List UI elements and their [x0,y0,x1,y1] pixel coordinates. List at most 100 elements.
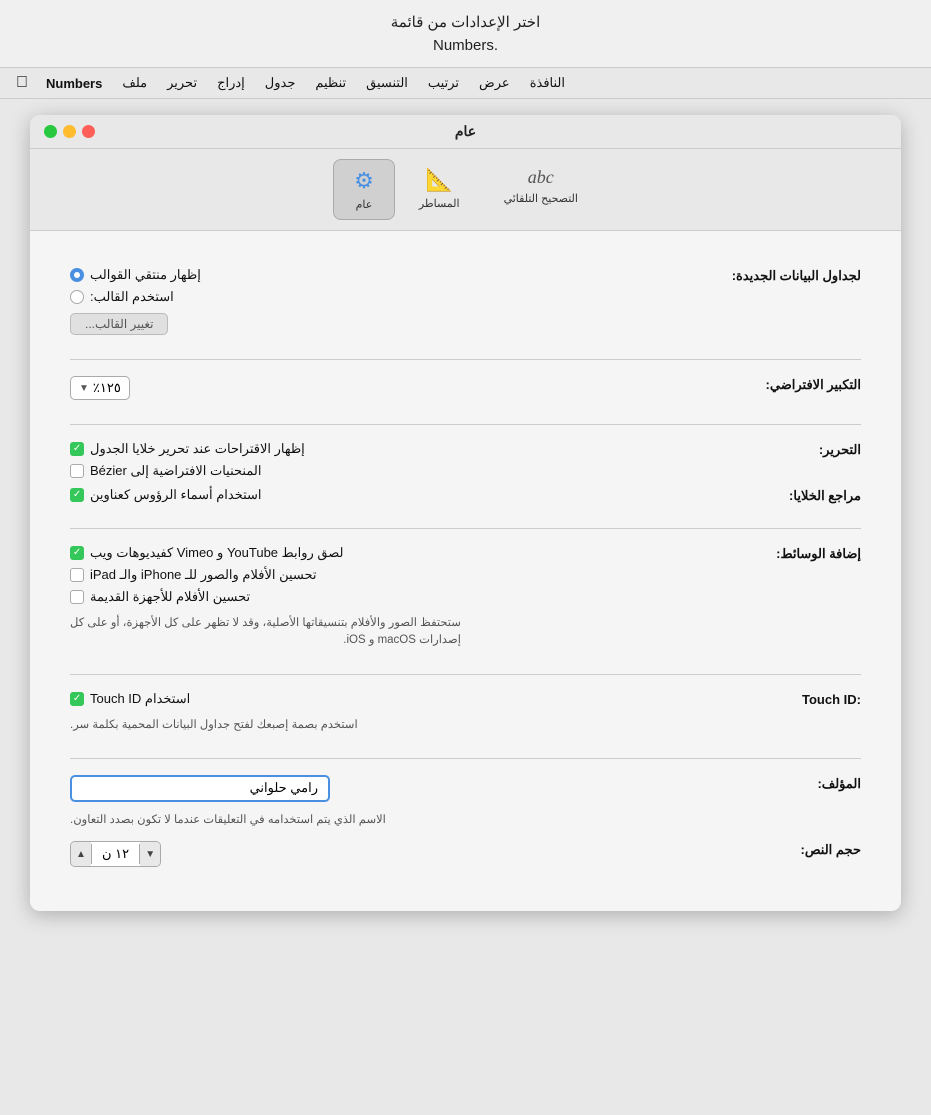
new-data-tables-row: لجداول البيانات الجديدة: إظهار منتقي الق… [70,267,861,335]
menubar-format[interactable]: التنسيق [356,73,418,93]
cell-references-row: مراجع الخلايا: استخدام أسماء الرؤوس كعنا… [70,487,861,504]
window-title: عام [455,123,476,140]
chevron-down-icon: ▼ [79,383,89,394]
preferences-window: عام ⚙ عام 📐 المساطر abc التصحيح التلقائي… [30,115,901,911]
add-media-controls: لصق روابط YouTube و Vimeo كفيديوهات ويب … [70,545,729,650]
editing-label: التحرير: [741,441,861,458]
optimize-iphone-row: تحسين الأفلام والصور للـ iPhone والـ iPa… [70,567,317,583]
use-template-label: استخدم القالب: [90,289,174,305]
font-size-down-button[interactable]: ▼ [140,842,160,866]
show-template-chooser-row: إظهار منتقي القوالب [70,267,201,283]
touch-id-row: :Touch ID استخدام Touch ID استخدم بصمة إ… [70,691,861,734]
zoom-dropdown[interactable]: ▼ ٪١٢٥ [70,376,130,400]
show-suggestions-row: إظهار الاقتراحات عند تحرير خلايا الجدول [70,441,305,457]
author-label: المؤلف: [741,775,861,792]
default-zoom-controls: ▼ ٪١٢٥ [70,376,729,400]
add-media-row: إضافة الوسائط: لصق روابط YouTube و Vimeo… [70,545,861,650]
menubar-edit[interactable]: تحرير [157,73,207,93]
new-data-tables-label: لجداول البيانات الجديدة: [732,267,861,284]
author-controls: الاسم الذي يتم استخدامه في التعليقات عند… [70,775,729,829]
default-zoom-label: التكبير الافتراضي: [741,376,861,393]
toolbar-autocorrect-label: التصحيح التلقائي [504,192,578,205]
bezier-label: المنحنيات الافتراضية إلى Bézier [90,463,261,479]
section-author: المؤلف: الاسم الذي يتم استخدامه في التعل… [70,758,861,891]
menubar-view[interactable]: عرض [469,73,520,93]
add-media-helper: ستحتفظ الصور والأفلام بتنسيقاتها الأصلية… [70,615,461,650]
editing-controls: إظهار الاقتراحات عند تحرير خلايا الجدول … [70,441,729,479]
optimize-old-checkbox[interactable] [70,590,84,604]
menubar:  Numbers ملف تحرير إدراج جدول تنظيم الت… [0,68,931,99]
font-size-up-button[interactable]: ▲ [71,842,91,866]
section-add-media: إضافة الوسائط: لصق روابط YouTube و Vimeo… [70,528,861,674]
use-template-row: استخدم القالب: [70,289,174,305]
use-template-radio[interactable] [70,290,84,304]
touch-id-controls: استخدام Touch ID استخدم بصمة إصبعك لفتح … [70,691,729,734]
touch-id-helper: استخدم بصمة إصبعك لفتح جداول البيانات ال… [70,717,358,734]
gear-icon: ⚙ [354,168,374,194]
author-input[interactable] [70,775,330,802]
optimize-old-label: تحسين الأفلام للأجهزة القديمة [90,589,250,605]
menubar-window[interactable]: النافذة [520,73,575,93]
use-header-names-label: استخدام أسماء الرؤوس كعناوين [90,487,262,503]
titlebar: عام [30,115,901,149]
tooltip-area: اختر الإعدادات من قائمة .Numbers [0,0,931,68]
touch-id-label: :Touch ID [741,691,861,707]
change-template-button[interactable]: تغيير القالب... [70,313,168,335]
window-controls [44,125,95,138]
toolbar-rulers[interactable]: 📐 المساطر [399,159,480,220]
toolbar-general-label: عام [356,198,373,211]
font-size-unit: ن [102,846,112,861]
bezier-row: المنحنيات الافتراضية إلى Bézier [70,463,261,479]
toolbar-rulers-label: المساطر [419,197,460,210]
abc-icon: abc [528,167,554,188]
author-helper: الاسم الذي يتم استخدامه في التعليقات عند… [70,812,386,829]
paste-youtube-label: لصق روابط YouTube و Vimeo كفيديوهات ويب [90,545,343,561]
minimize-button[interactable] [63,125,76,138]
menubar-table[interactable]: جدول [255,73,306,93]
optimize-old-row: تحسين الأفلام للأجهزة القديمة [70,589,250,605]
cell-references-label: مراجع الخلايا: [741,487,861,504]
section-default-zoom: التكبير الافتراضي: ▼ ٪١٢٥ [70,359,861,424]
rulers-icon: 📐 [426,167,453,193]
font-size-stepper: ▲ ١٢ ن ▼ [70,841,161,867]
toolbar-general[interactable]: ⚙ عام [333,159,395,220]
use-header-names-checkbox[interactable] [70,488,84,502]
section-editing: التحرير: إظهار الاقتراحات عند تحرير خلاي… [70,424,861,528]
show-template-chooser-radio[interactable] [70,268,84,282]
toolbar: ⚙ عام 📐 المساطر abc التصحيح التلقائي [30,149,901,231]
author-row: المؤلف: الاسم الذي يتم استخدامه في التعل… [70,775,861,829]
close-button[interactable] [82,125,95,138]
menubar-organize[interactable]: تنظيم [305,73,356,93]
font-size-controls: ▲ ١٢ ن ▼ [70,841,729,867]
show-template-chooser-label: إظهار منتقي القوالب [90,267,201,283]
default-zoom-row: التكبير الافتراضي: ▼ ٪١٢٥ [70,376,861,400]
bezier-checkbox[interactable] [70,464,84,478]
section-new-data-tables: لجداول البيانات الجديدة: إظهار منتقي الق… [70,251,861,359]
menubar-insert[interactable]: إدراج [207,73,255,93]
optimize-iphone-checkbox[interactable] [70,568,84,582]
font-size-row: حجم النص: ▲ ١٢ ن ▼ [70,841,861,867]
toolbar-autocorrect[interactable]: abc التصحيح التلقائي [484,159,598,220]
zoom-value: ٪١٢٥ [93,380,121,396]
use-touch-id-checkbox[interactable] [70,692,84,706]
add-media-label: إضافة الوسائط: [741,545,861,562]
use-touch-id-row: استخدام Touch ID [70,691,190,707]
use-touch-id-label: استخدام Touch ID [90,691,190,707]
font-size-value: ١٢ ن [91,844,140,864]
apple-menu[interactable]:  [8,72,36,94]
use-header-names-row: استخدام أسماء الرؤوس كعناوين [70,487,262,503]
maximize-button[interactable] [44,125,57,138]
tooltip-line1: اختر الإعدادات من قائمة [20,12,911,35]
show-suggestions-label: إظهار الاقتراحات عند تحرير خلايا الجدول [90,441,305,457]
preferences-content: لجداول البيانات الجديدة: إظهار منتقي الق… [30,231,901,911]
menubar-file[interactable]: ملف [112,73,157,93]
menubar-numbers[interactable]: Numbers [36,74,112,93]
optimize-iphone-label: تحسين الأفلام والصور للـ iPhone والـ iPa… [90,567,317,583]
show-suggestions-checkbox[interactable] [70,442,84,456]
menubar-arrange[interactable]: ترتيب [418,73,469,93]
cell-references-controls: استخدام أسماء الرؤوس كعناوين [70,487,729,503]
new-data-tables-controls: إظهار منتقي القوالب استخدم القالب: تغيير… [70,267,720,335]
paste-youtube-checkbox[interactable] [70,546,84,560]
font-size-number: ١٢ [115,846,129,861]
editing-row: التحرير: إظهار الاقتراحات عند تحرير خلاي… [70,441,861,479]
